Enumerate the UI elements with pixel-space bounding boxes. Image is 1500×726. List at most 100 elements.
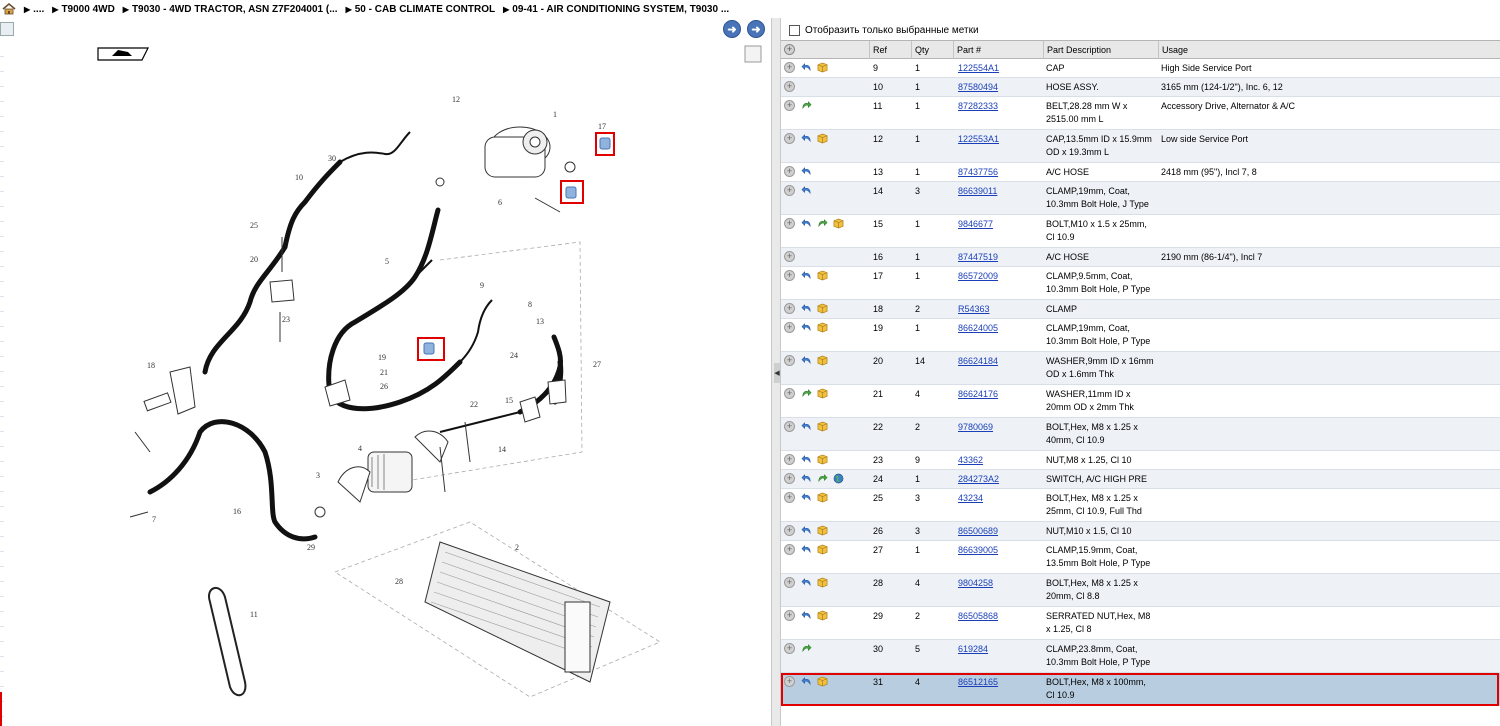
- green-arrow-icon[interactable]: [801, 388, 812, 399]
- package-icon[interactable]: [817, 454, 828, 465]
- illustration-icon[interactable]: [97, 47, 149, 61]
- condenser[interactable]: [424, 541, 611, 683]
- package-icon[interactable]: [817, 421, 828, 432]
- plus-circle-icon[interactable]: +: [784, 218, 795, 229]
- table-row[interactable]: +22 2 9780069 BOLT,Hex, M8 x 1.25 x 40mm, C…: [781, 418, 1500, 451]
- plus-circle-icon[interactable]: +: [784, 303, 795, 314]
- package-icon[interactable]: [817, 577, 828, 588]
- blue-arrow-icon[interactable]: [801, 62, 812, 73]
- table-row[interactable]: +18 2 R54363 CLAMP: [781, 300, 1500, 319]
- plus-circle-icon[interactable]: +: [784, 270, 795, 281]
- part-number-link[interactable]: 9780069: [958, 421, 993, 434]
- breadcrumb-item[interactable]: ▶ T9000 4WD: [52, 4, 115, 15]
- plus-circle-icon[interactable]: +: [784, 577, 795, 588]
- panel-splitter[interactable]: ◀: [771, 18, 781, 726]
- plus-circle-icon[interactable]: +: [784, 421, 795, 432]
- table-row[interactable]: +20 14 86624184 WASHER,9mm ID x 16mm OD x 1…: [781, 352, 1500, 385]
- table-row[interactable]: +12 1 122553A1 CAP,13.5mm ID x 15.9mm OD x …: [781, 130, 1500, 163]
- blue-arrow-icon[interactable]: [801, 577, 812, 588]
- green-arrow-icon[interactable]: [801, 643, 812, 654]
- part-number-link[interactable]: 87437756: [958, 166, 998, 179]
- blue-arrow-icon[interactable]: [801, 610, 812, 621]
- package-icon[interactable]: [817, 544, 828, 555]
- column-description[interactable]: Part Description: [1043, 41, 1158, 59]
- part-number-link[interactable]: 86624176: [958, 388, 998, 401]
- collapse-arrow-icon[interactable]: ◀: [774, 363, 780, 383]
- table-row[interactable]: +15 1 9846677 BOLT,M10 x 1.5 x 25mm, Cl 10.…: [781, 215, 1500, 248]
- part-number-link[interactable]: 87580494: [958, 81, 998, 94]
- part-number-link[interactable]: 619284: [958, 643, 988, 656]
- blue-arrow-icon[interactable]: [801, 473, 812, 484]
- plus-circle-icon[interactable]: +: [784, 355, 795, 366]
- blue-arrow-icon[interactable]: [801, 322, 812, 333]
- part-number-link[interactable]: R54363: [958, 303, 990, 316]
- plus-circle-icon[interactable]: +: [784, 133, 795, 144]
- table-row[interactable]: +16 1 87447519 A/C HOSE 2190 mm (86-1/4"), I…: [781, 248, 1500, 267]
- plus-circle-icon[interactable]: +: [784, 610, 795, 621]
- breadcrumb-item[interactable]: ▶....: [24, 4, 44, 15]
- package-icon[interactable]: [833, 218, 844, 229]
- plus-circle-icon[interactable]: +: [784, 185, 795, 196]
- table-row[interactable]: +11 1 87282333 BELT,28.28 mm W x 2515.00 mm…: [781, 97, 1500, 130]
- home-icon[interactable]: [2, 3, 16, 15]
- package-icon[interactable]: [817, 270, 828, 281]
- part-number-link[interactable]: 86639005: [958, 544, 998, 557]
- package-icon[interactable]: [817, 322, 828, 333]
- highlight-marker[interactable]: [595, 132, 615, 156]
- exploded-diagram[interactable]: 1 2 3 4 5 6 7 8 9 10 11 12 13 14 15 16 1: [0, 42, 771, 726]
- part-number-link[interactable]: 87447519: [958, 251, 998, 264]
- table-row[interactable]: +24 1 284273A2 SWITCH, A/C HIGH PRE: [781, 470, 1500, 489]
- zoom-box[interactable]: [744, 45, 762, 63]
- blue-arrow-icon[interactable]: [801, 421, 812, 432]
- table-row[interactable]: +25 3 43234 BOLT,Hex, M8 x 1.25 x 25mm, Cl …: [781, 489, 1500, 522]
- part-number-link[interactable]: 86572009: [958, 270, 998, 283]
- blue-arrow-icon[interactable]: [801, 303, 812, 314]
- plus-circle-icon[interactable]: +: [784, 525, 795, 536]
- expand-all-icon[interactable]: +: [784, 44, 795, 55]
- package-icon[interactable]: [817, 62, 828, 73]
- package-icon[interactable]: [817, 388, 828, 399]
- green-arrow-icon[interactable]: [801, 100, 812, 111]
- blue-arrow-icon[interactable]: [801, 454, 812, 465]
- blue-arrow-icon[interactable]: [801, 133, 812, 144]
- blue-arrow-icon[interactable]: [801, 270, 812, 281]
- package-icon[interactable]: [817, 355, 828, 366]
- table-row[interactable]: +14 3 86639011 CLAMP,19mm, Coat, 10.3mm Bol…: [781, 182, 1500, 215]
- highlight-marker[interactable]: [560, 180, 584, 204]
- package-icon[interactable]: [817, 492, 828, 503]
- plus-circle-icon[interactable]: +: [784, 251, 795, 262]
- breadcrumb-item[interactable]: ▶ 50 - CAB CLIMATE CONTROL: [346, 4, 496, 15]
- plus-circle-icon[interactable]: +: [784, 166, 795, 177]
- table-row[interactable]: +28 4 9804258 BOLT,Hex, M8 x 1.25 x 20mm, C…: [781, 574, 1500, 607]
- blue-arrow-icon[interactable]: [801, 355, 812, 366]
- package-icon[interactable]: [817, 525, 828, 536]
- part-number-link[interactable]: 86624184: [958, 355, 998, 368]
- forward-button[interactable]: ➜: [747, 20, 765, 38]
- package-icon[interactable]: [817, 303, 828, 314]
- part-number-link[interactable]: 122553A1: [958, 133, 999, 146]
- table-row[interactable]: +9 1 122554A1 CAP High Side Service Port: [781, 59, 1500, 78]
- table-row[interactable]: +17 1 86572009 CLAMP,9.5mm, Coat, 10.3mm Bo…: [781, 267, 1500, 300]
- back-button[interactable]: ➜: [723, 20, 741, 38]
- blue-arrow-icon[interactable]: [801, 185, 812, 196]
- filter-checkbox[interactable]: [789, 24, 800, 36]
- table-row[interactable]: +30 5 619284 CLAMP,23.8mm, Coat, 10.3mm Bol…: [781, 640, 1500, 673]
- plus-circle-icon[interactable]: +: [784, 544, 795, 555]
- column-ref[interactable]: Ref: [869, 41, 911, 59]
- table-row[interactable]: +27 1 86639005 CLAMP,15.9mm, Coat, 13.5mm B…: [781, 541, 1500, 574]
- part-number-link[interactable]: 284273A2: [958, 473, 999, 486]
- table-row[interactable]: +29 2 86505868 SERRATED NUT,Hex, M8 x 1.25,…: [781, 607, 1500, 640]
- part-number-link[interactable]: 86500689: [958, 525, 998, 538]
- part-number-link[interactable]: 9804258: [958, 577, 993, 590]
- receiver-drier[interactable]: [337, 430, 449, 503]
- compressor[interactable]: [484, 126, 551, 178]
- package-icon[interactable]: [817, 133, 828, 144]
- filter-selected-only[interactable]: Отобразить только выбранные метки: [789, 22, 979, 38]
- column-part-number[interactable]: Part #: [953, 41, 1043, 59]
- plus-circle-icon[interactable]: +: [784, 473, 795, 484]
- blue-arrow-icon[interactable]: [801, 166, 812, 177]
- plus-circle-icon[interactable]: +: [784, 81, 795, 92]
- plus-circle-icon[interactable]: +: [784, 492, 795, 503]
- table-row[interactable]: +23 9 43362 NUT,M8 x 1.25, Cl 10: [781, 451, 1500, 470]
- part-number-link[interactable]: 86505868: [958, 610, 998, 623]
